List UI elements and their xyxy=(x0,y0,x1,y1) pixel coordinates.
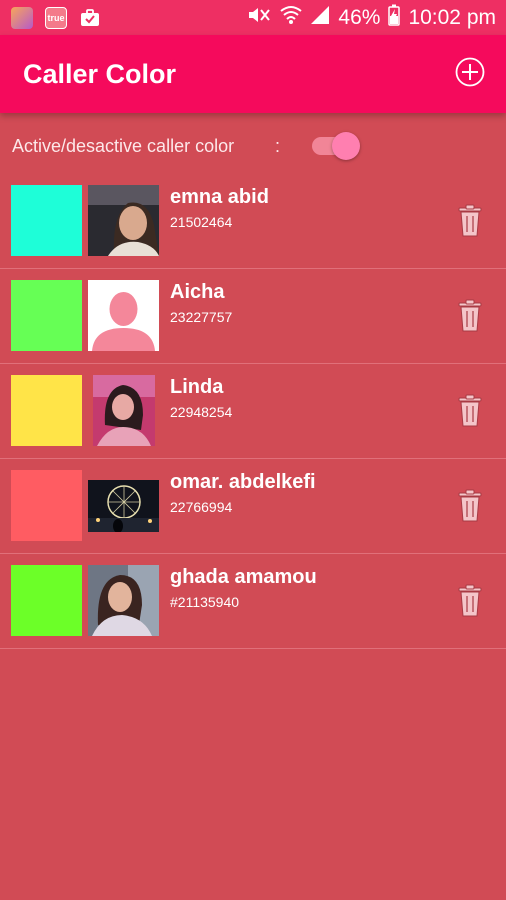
trash-icon[interactable] xyxy=(456,204,484,238)
mute-icon xyxy=(246,5,272,31)
caller-color-toggle[interactable] xyxy=(312,131,364,160)
contact-photo xyxy=(93,375,155,446)
contact-photo xyxy=(88,185,159,256)
default-avatar xyxy=(88,280,159,351)
contact-number: 23227757 xyxy=(170,309,233,325)
toggle-label: Active/desactive caller color xyxy=(12,136,235,156)
contact-photo xyxy=(88,480,159,532)
true-app-icon: true xyxy=(45,6,67,29)
status-bar: true 46% 10:02 pm xyxy=(0,0,506,35)
page-title: Caller Color xyxy=(23,59,177,89)
toggle-row: Active/desactive caller color : xyxy=(12,127,506,163)
contact-name: Linda xyxy=(170,376,224,398)
color-swatch[interactable] xyxy=(11,565,82,636)
contact-name: emna abid xyxy=(170,186,269,208)
signal-icon xyxy=(310,5,330,31)
contact-name: Aicha xyxy=(170,281,225,303)
briefcase-icon xyxy=(79,7,101,29)
contact-number: 21502464 xyxy=(170,214,233,230)
trash-icon[interactable] xyxy=(456,299,484,333)
color-swatch[interactable] xyxy=(11,185,82,256)
contact-row[interactable]: Aicha 23227757 xyxy=(0,269,506,364)
toggle-thumb[interactable] xyxy=(332,132,360,160)
contact-row[interactable]: emna abid 21502464 xyxy=(0,174,506,269)
color-swatch[interactable] xyxy=(11,470,82,541)
app-notification-icon xyxy=(11,6,33,29)
contact-number: 22948254 xyxy=(170,404,233,420)
app-bar: Caller Color xyxy=(0,35,506,113)
contact-row[interactable]: omar. abdelkefi 22766994 xyxy=(0,459,506,554)
color-swatch[interactable] xyxy=(11,375,82,446)
contact-name: omar. abdelkefi xyxy=(170,471,316,493)
contact-number: #21135940 xyxy=(170,594,240,610)
contact-number: 22766994 xyxy=(170,499,233,515)
toggle-colon: : xyxy=(275,136,281,156)
battery-percent: 46% xyxy=(338,5,381,29)
add-circle-icon[interactable] xyxy=(455,57,485,87)
color-swatch[interactable] xyxy=(11,280,82,351)
wifi-icon xyxy=(280,5,303,31)
trash-icon[interactable] xyxy=(456,489,484,523)
trash-icon[interactable] xyxy=(456,584,484,618)
battery-charging-icon xyxy=(388,4,401,32)
contact-photo xyxy=(88,565,159,636)
contact-row[interactable]: ghada amamou #21135940 xyxy=(0,554,506,649)
true-app-label: true xyxy=(47,12,65,23)
contact-list: emna abid 21502464 Aicha 23227757 Linda … xyxy=(0,174,506,649)
clock: 10:02 pm xyxy=(408,5,496,29)
contact-name: ghada amamou xyxy=(170,566,317,588)
contact-row[interactable]: Linda 22948254 xyxy=(0,364,506,459)
trash-icon[interactable] xyxy=(456,394,484,428)
